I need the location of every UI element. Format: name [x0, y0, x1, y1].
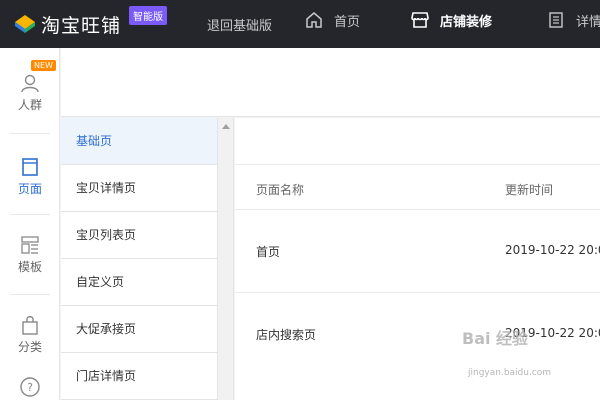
help-icon: ?: [20, 377, 40, 397]
watermark: Bai 经验: [462, 329, 529, 348]
rail-item-pages[interactable]: 页面: [0, 156, 60, 197]
column-header-updated-time: 更新时间: [505, 183, 554, 197]
watermark-url: jingyan.baidu.com: [468, 368, 552, 378]
rail-item-categories[interactable]: 分类: [0, 314, 60, 355]
column-header-page-name: 页面名称: [256, 183, 305, 197]
table-row[interactable]: 店内搜索页 2019-10-22 20:06:: [235, 292, 600, 374]
document-icon: [549, 12, 563, 28]
rail-item-templates[interactable]: 模板: [0, 234, 60, 275]
category-item-basic[interactable]: 基础页: [61, 118, 217, 165]
page-table: 页面名称 更新时间 首页 2019-10-22 20:06: 店内搜索页 201…: [235, 118, 600, 400]
new-tag: NEW: [31, 60, 56, 71]
rail-item-help[interactable]: ?: [0, 376, 60, 400]
rail-divider: [10, 214, 50, 215]
top-bar: 淘宝旺铺 智能版 退回基础版 首页 店铺装修 详情: [0, 0, 600, 48]
category-scrollbar[interactable]: [218, 118, 234, 400]
rail-item-pages-label: 页面: [17, 182, 42, 196]
rail-item-categories-label: 分类: [17, 340, 42, 354]
category-item-item-detail[interactable]: 宝贝详情页: [61, 165, 217, 212]
nav-detail[interactable]: 详情: [546, 10, 600, 30]
page-name-cell[interactable]: 首页: [256, 243, 280, 260]
home-icon: [306, 12, 322, 28]
page-name-cell[interactable]: 店内搜索页: [256, 326, 316, 343]
edition-badge: 智能版: [129, 5, 168, 25]
scroll-up-arrow-icon[interactable]: [221, 124, 230, 129]
svg-text:?: ?: [27, 381, 33, 394]
rail-divider: [10, 133, 50, 134]
shop-icon: [411, 12, 429, 28]
logo-icon: [15, 15, 35, 33]
rail-item-templates-label: 模板: [17, 260, 42, 274]
table-row[interactable]: 首页 2019-10-22 20:06:: [235, 209, 600, 291]
category-item-custom[interactable]: 自定义页: [61, 259, 217, 306]
nav-home[interactable]: 首页: [304, 10, 360, 30]
updated-time-cell: 2019-10-22 20:06:: [505, 243, 600, 257]
back-to-basic-link[interactable]: 退回基础版: [207, 15, 272, 34]
content-header-strip: [61, 48, 600, 117]
nav-home-label: 首页: [334, 14, 361, 30]
logo-text: 淘宝旺铺: [41, 14, 122, 37]
logo[interactable]: 淘宝旺铺 智能版: [14, 5, 168, 38]
nav-shop-decoration-label: 店铺装修: [440, 14, 493, 30]
user-icon: [21, 74, 39, 93]
category-item-item-list[interactable]: 宝贝列表页: [61, 212, 217, 259]
left-rail: NEW 人群 页面 模板 分类 ?: [0, 48, 60, 400]
bag-icon: [22, 316, 38, 335]
rail-item-audience-label: 人群: [17, 98, 42, 112]
nav-detail-label: 详情: [576, 14, 600, 30]
rail-divider: [10, 294, 50, 295]
nav-shop-decoration[interactable]: 店铺装修: [410, 10, 492, 30]
page-icon: [22, 158, 38, 176]
template-icon: [21, 236, 39, 254]
category-item-store-detail[interactable]: 门店详情页: [61, 353, 217, 400]
table-header: 页面名称 更新时间: [235, 164, 600, 209]
page-category-list: 基础页 宝贝详情页 宝贝列表页 自定义页 大促承接页 门店详情页: [61, 118, 218, 400]
category-item-promotion[interactable]: 大促承接页: [61, 306, 217, 353]
rail-item-audience[interactable]: 人群: [0, 72, 60, 113]
